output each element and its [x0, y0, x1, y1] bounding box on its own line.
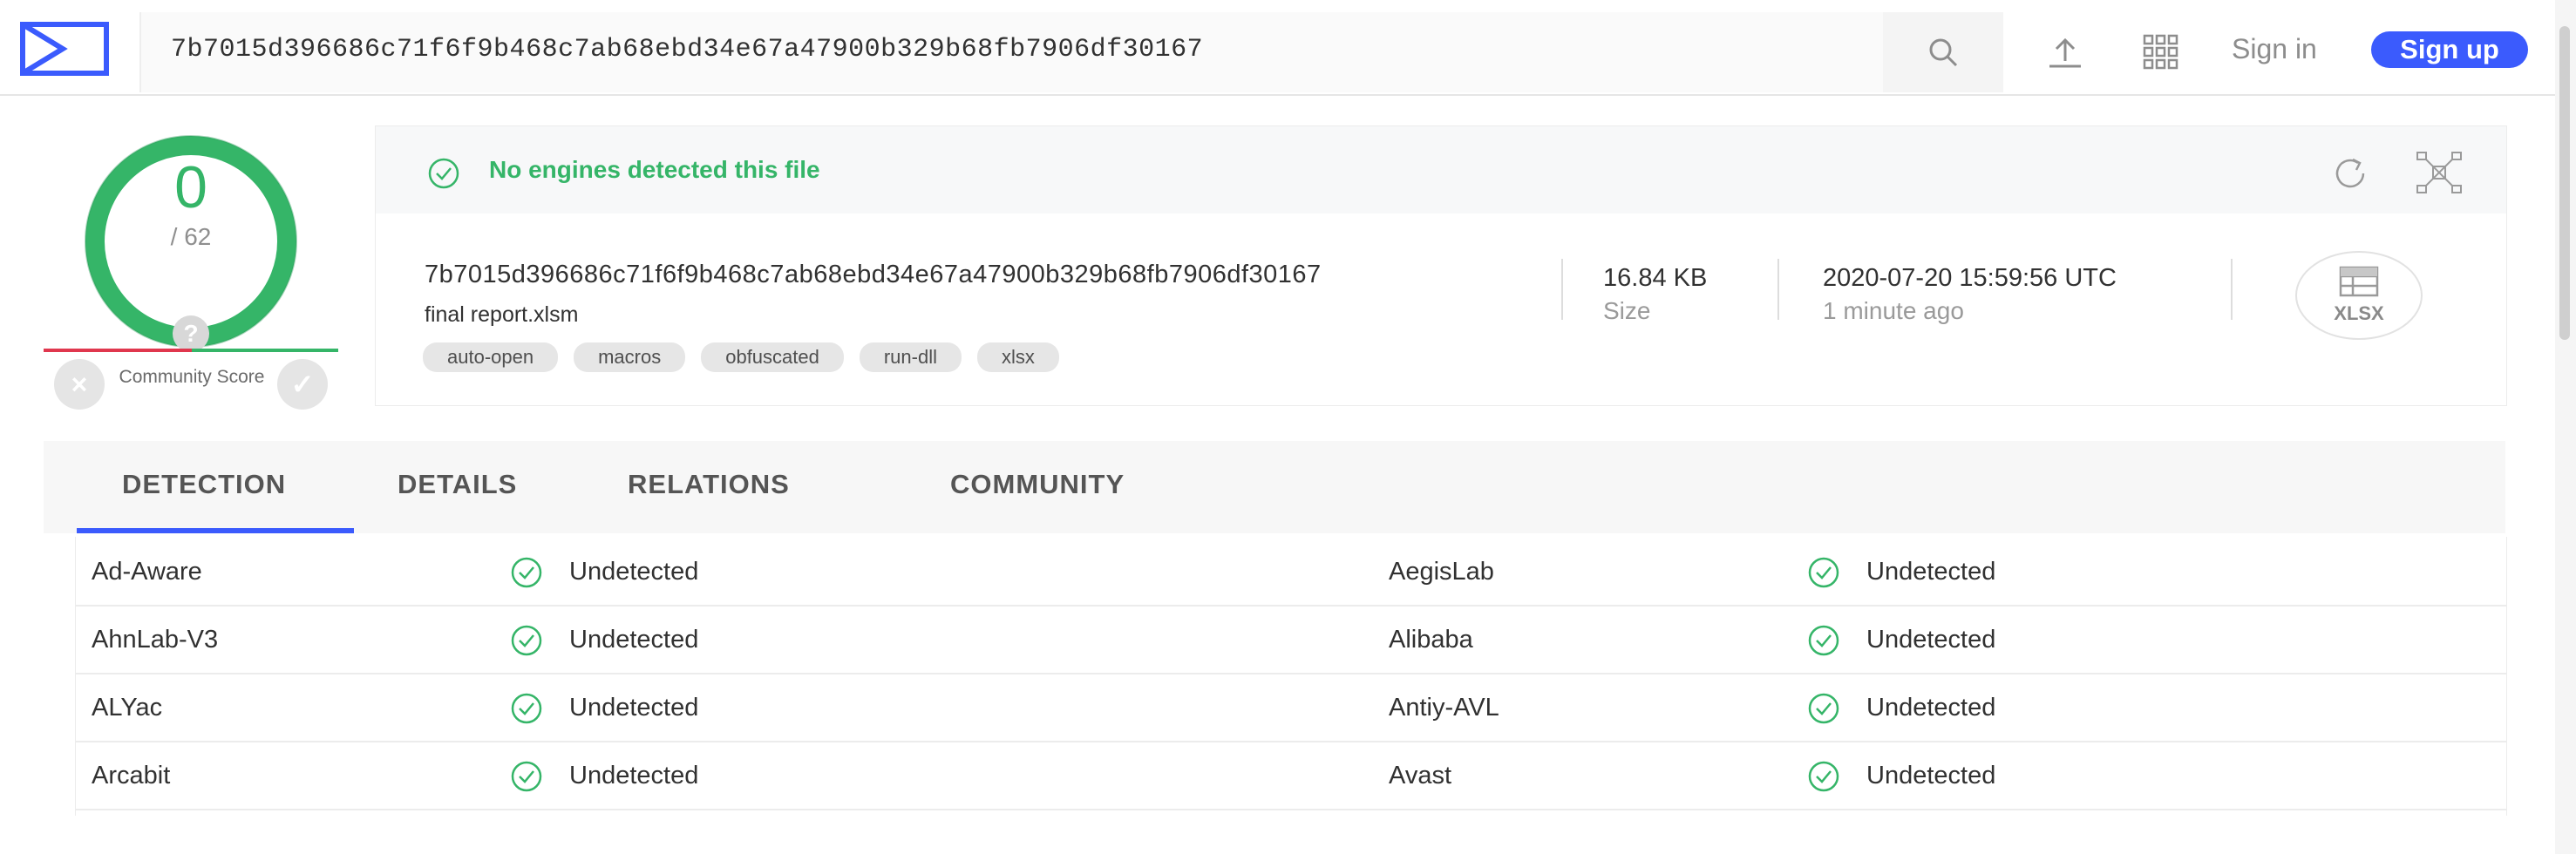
vote-harmless-button[interactable]: ✓ — [277, 359, 328, 410]
upload-icon — [2049, 37, 2081, 68]
file-size-label: Size — [1603, 297, 1651, 324]
check-circle-icon — [511, 557, 542, 588]
engine-total: / 62 — [170, 223, 212, 250]
community-score-bar-negative — [44, 349, 192, 352]
community-score-question-icon: ? — [173, 315, 209, 352]
vote-malicious-button[interactable]: × — [54, 359, 105, 410]
check-circle-icon — [511, 693, 542, 724]
divider — [1561, 259, 1563, 320]
sign-in-link[interactable]: Sign in — [2232, 33, 2317, 65]
detection-results-table: Ad-Aware Undetected AegisLab Undetected … — [75, 537, 2507, 816]
table-row: Ad-Aware Undetected AegisLab Undetected — [76, 537, 2506, 607]
engine-name: ALYac — [92, 694, 163, 722]
sign-up-button[interactable]: Sign up — [2371, 31, 2528, 68]
divider — [2231, 259, 2233, 320]
file-type-label: XLSX — [2334, 302, 2384, 324]
tab-relations[interactable]: RELATIONS — [628, 441, 790, 533]
check-circle-icon — [511, 761, 542, 792]
reanalyze-icon[interactable] — [2328, 154, 2372, 191]
file-size-value: 16.84 KB — [1603, 264, 1708, 292]
scrollbar-thumb[interactable] — [2559, 26, 2570, 340]
detection-count: 0 — [174, 154, 207, 220]
virustotal-logo-icon[interactable] — [19, 21, 110, 77]
summary-header: No engines detected this file — [376, 126, 2506, 214]
check-circle-icon — [1808, 625, 1839, 656]
grid-icon — [2143, 34, 2178, 70]
file-name: final report.xlsm — [425, 302, 579, 327]
engine-result: Undetected — [569, 762, 699, 790]
engine-name: Arcabit — [92, 762, 171, 790]
table-row: AhnLab-V3 Undetected Alibaba Undetected — [76, 605, 2506, 674]
tag-chip[interactable]: xlsx — [977, 342, 1059, 372]
tag-chip[interactable]: run-dll — [859, 342, 962, 372]
community-score-bar-positive — [192, 349, 338, 352]
tag-chip[interactable]: obfuscated — [701, 342, 844, 372]
engine-name: Antiy-AVL — [1389, 694, 1499, 722]
check-circle-icon — [511, 625, 542, 656]
tag-chip[interactable]: auto-open — [423, 342, 559, 372]
engine-result: Undetected — [1866, 626, 1996, 654]
engine-name: AegisLab — [1389, 558, 1494, 586]
file-hash[interactable]: 7b7015d396686c71f6f9b468c7ab68ebd34e67a4… — [425, 261, 1322, 289]
analysis-age: 1 minute ago — [1823, 297, 1964, 324]
check-circle-icon — [1808, 761, 1839, 792]
engine-result: Undetected — [1866, 694, 1996, 722]
divider — [1777, 259, 1779, 320]
vertical-scrollbar[interactable] — [2555, 0, 2576, 854]
tab-details[interactable]: DETAILS — [398, 441, 517, 533]
engine-result: Undetected — [569, 558, 699, 586]
engine-result: Undetected — [1866, 762, 1996, 790]
top-bar: 7b7015d396686c71f6f9b468c7ab68ebd34e67a4… — [0, 0, 2576, 96]
active-tab-indicator — [77, 528, 354, 533]
table-row: Arcabit Undetected Avast Undetected — [76, 741, 2506, 810]
no-detections-message: No engines detected this file — [489, 156, 820, 183]
tag-list: auto-open macros obfuscated run-dll xlsx — [423, 342, 1059, 372]
engine-name: AhnLab-V3 — [92, 626, 219, 654]
close-icon: × — [71, 369, 88, 400]
check-icon: ✓ — [290, 369, 315, 400]
apps-menu-button[interactable] — [2101, 12, 2221, 92]
check-circle-icon — [428, 158, 459, 189]
check-circle-icon — [1808, 557, 1839, 588]
tag-chip[interactable]: macros — [574, 342, 686, 372]
tab-detection[interactable]: DETECTION — [122, 441, 286, 533]
tab-bar: DETECTION DETAILS RELATIONS COMMUNITY — [44, 441, 2505, 533]
file-summary-card: No engines detected this file 7b7015d396… — [375, 125, 2507, 406]
community-score-label: Community Score — [119, 367, 265, 387]
check-circle-icon — [1808, 693, 1839, 724]
engine-name: Alibaba — [1389, 626, 1473, 654]
tab-community[interactable]: COMMUNITY — [950, 441, 1125, 533]
search-button[interactable] — [1883, 12, 2003, 92]
search-icon — [1929, 38, 1958, 67]
engine-result: Undetected — [569, 626, 699, 654]
analysis-date: 2020-07-20 15:59:56 UTC — [1823, 264, 2117, 292]
xlsx-file-type-icon: XLSX — [2295, 251, 2423, 340]
table-row: ALYac Undetected Antiy-AVL Undetected — [76, 673, 2506, 742]
engine-name: Ad-Aware — [92, 558, 202, 586]
engine-result: Undetected — [1866, 558, 1996, 586]
search-input[interactable]: 7b7015d396686c71f6f9b468c7ab68ebd34e67a4… — [171, 35, 1203, 64]
engine-name: Avast — [1389, 762, 1452, 790]
similar-files-icon[interactable] — [2416, 151, 2463, 194]
engine-result: Undetected — [569, 694, 699, 722]
